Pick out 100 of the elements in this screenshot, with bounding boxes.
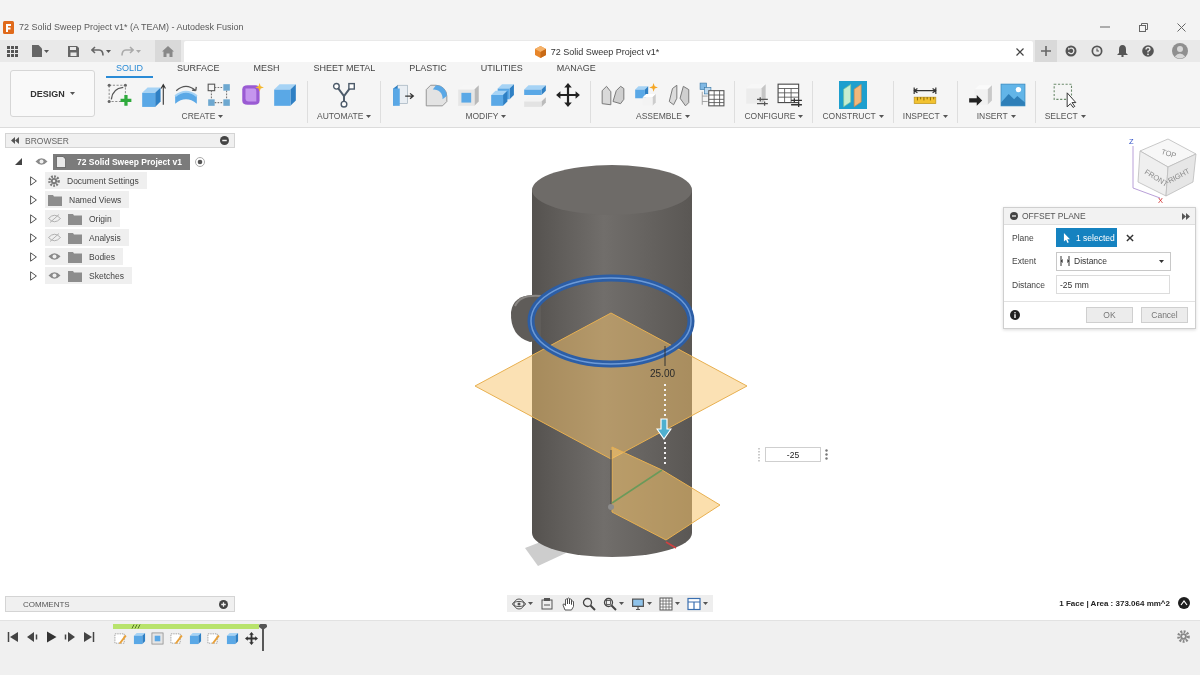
pattern-icon[interactable]: [206, 82, 232, 108]
document-tab[interactable]: 72 Solid Sweep Project v1*: [184, 41, 1033, 62]
press-pull-icon[interactable]: [390, 82, 417, 108]
expand-arrow-icon[interactable]: [30, 194, 37, 205]
undo-icon[interactable]: [91, 46, 104, 56]
browser-tree-item[interactable]: Named Views: [45, 191, 130, 208]
clear-selection-icon[interactable]: [1126, 233, 1134, 242]
move-icon[interactable]: [555, 82, 582, 108]
browser-tree-item[interactable]: Analysis: [45, 229, 129, 246]
expand-arrow-icon[interactable]: [30, 175, 37, 186]
close-icon[interactable]: [1176, 22, 1186, 32]
save-icon[interactable]: [67, 45, 79, 57]
selection-button[interactable]: 1 selected: [1056, 228, 1117, 248]
combine-icon[interactable]: [489, 82, 516, 108]
extrude-feature-icon[interactable]: [226, 632, 240, 645]
display-icon[interactable]: [631, 596, 645, 611]
ribbon-tab[interactable]: PLASTIC: [399, 63, 457, 78]
expand-dialog-icon[interactable]: [1182, 212, 1190, 220]
close-tab-icon[interactable]: [1016, 47, 1024, 56]
node-graph-icon[interactable]: [331, 82, 358, 108]
tool-group-menu[interactable]: INSPECT: [902, 111, 948, 122]
tool-group-menu[interactable]: CONSTRUCT: [822, 111, 884, 122]
tool-group-menu[interactable]: SELECT: [1044, 111, 1086, 122]
expand-arrow-icon[interactable]: [30, 251, 37, 262]
split-body-icon[interactable]: [522, 82, 549, 108]
expand-arrow-icon[interactable]: [30, 270, 37, 281]
collapse-dialog-icon[interactable]: [1010, 212, 1018, 220]
extrude-feature-icon[interactable]: [132, 632, 146, 645]
browser-tree-item[interactable]: 72 Solid Sweep Project v1: [53, 153, 190, 170]
tool-group-menu[interactable]: CONFIGURE: [744, 111, 804, 122]
ribbon-tab[interactable]: UTILITIES: [470, 63, 533, 78]
dialog-button[interactable]: OK: [1086, 306, 1133, 323]
browser-tree-item[interactable]: Bodies: [45, 248, 123, 265]
sketch-icon[interactable]: [107, 82, 133, 108]
browser-tree-item[interactable]: Origin: [45, 210, 120, 227]
help-icon[interactable]: [1142, 45, 1154, 57]
timeline-marker[interactable]: [259, 624, 267, 651]
move-feature-icon[interactable]: [244, 632, 258, 645]
extrude-feature-icon[interactable]: [188, 632, 202, 645]
collapse-arrow-icon[interactable]: [15, 158, 22, 165]
ribbon-tab[interactable]: SHEET METAL: [303, 63, 386, 78]
value-input[interactable]: -25: [765, 447, 821, 462]
expand-arrow-icon[interactable]: [30, 232, 37, 243]
clock-icon[interactable]: [1091, 45, 1103, 57]
file-icon[interactable]: [31, 45, 42, 57]
circle-arrow-icon[interactable]: [1065, 45, 1077, 57]
ribbon-tab[interactable]: SOLID: [106, 63, 153, 78]
dialog-button[interactable]: Cancel: [1141, 306, 1188, 323]
ribbon-tab[interactable]: MESH: [243, 63, 290, 78]
table-sliders-icon[interactable]: [777, 82, 804, 108]
ribbon-tab[interactable]: SURFACE: [167, 63, 230, 78]
extent-dropdown[interactable]: Distance: [1056, 251, 1171, 271]
info-icon[interactable]: [1010, 309, 1020, 320]
tool-group-menu[interactable]: MODIFY: [465, 111, 507, 122]
orbit-icon[interactable]: [512, 596, 526, 611]
settings-icon[interactable]: [1177, 630, 1190, 643]
eye-icon[interactable]: [48, 271, 61, 280]
pan-hand-icon[interactable]: [561, 596, 575, 611]
minimize-panel-icon[interactable]: [220, 136, 229, 145]
grid-table-icon[interactable]: [699, 82, 726, 108]
select-icon[interactable]: [1052, 82, 1079, 108]
image-icon[interactable]: [999, 82, 1026, 108]
more-options-icon[interactable]: [825, 449, 828, 460]
expand-arrow-icon[interactable]: [30, 213, 37, 224]
parallel-planes-icon[interactable]: [839, 81, 868, 109]
collapse-panel-icon[interactable]: [11, 137, 19, 144]
cubes-sparkle-icon[interactable]: [633, 82, 660, 108]
add-comment-icon[interactable]: [219, 599, 228, 609]
drag-grip-icon[interactable]: [757, 447, 761, 462]
app-grid-icon[interactable]: [6, 45, 18, 57]
grid-icon[interactable]: [659, 596, 673, 611]
skip-to-start-icon[interactable]: [7, 631, 19, 643]
tool-group-menu[interactable]: CREATE: [181, 111, 224, 122]
eye-icon[interactable]: [48, 252, 61, 261]
cube-sliders-icon[interactable]: [744, 82, 771, 108]
tool-group-menu[interactable]: INSERT: [976, 111, 1016, 122]
zoom-icon[interactable]: [582, 596, 596, 611]
eye-icon[interactable]: [35, 157, 48, 166]
browser-tree-item[interactable]: Document Settings: [45, 172, 147, 189]
tool-group-menu[interactable]: ASSEMBLE: [636, 111, 690, 122]
browser-tree-item[interactable]: Sketches: [45, 267, 132, 284]
viewports-icon[interactable]: [687, 596, 701, 611]
activate-radio-icon[interactable]: [194, 156, 205, 167]
step-forward-icon[interactable]: [64, 631, 76, 643]
avatar-icon[interactable]: [1172, 43, 1188, 59]
ribbon-tab[interactable]: MANAGE: [546, 63, 606, 78]
zoom-window-icon[interactable]: [603, 596, 617, 611]
play-icon[interactable]: [45, 631, 57, 643]
box-icon[interactable]: [272, 82, 298, 108]
look-at-icon[interactable]: [540, 596, 554, 611]
tool-group-menu[interactable]: AUTOMATE: [317, 111, 372, 122]
bent-plates-icon[interactable]: [600, 82, 627, 108]
bell-icon[interactable]: [1116, 45, 1128, 57]
workspace-menu[interactable]: DESIGN: [10, 70, 95, 117]
distance-input[interactable]: -25 mm: [1056, 275, 1170, 295]
new-tab-button[interactable]: [1035, 40, 1057, 62]
step-back-icon[interactable]: [26, 631, 38, 643]
restore-icon[interactable]: [1138, 22, 1148, 32]
form-icon[interactable]: [239, 82, 265, 108]
arrow-handle[interactable]: [656, 418, 672, 440]
